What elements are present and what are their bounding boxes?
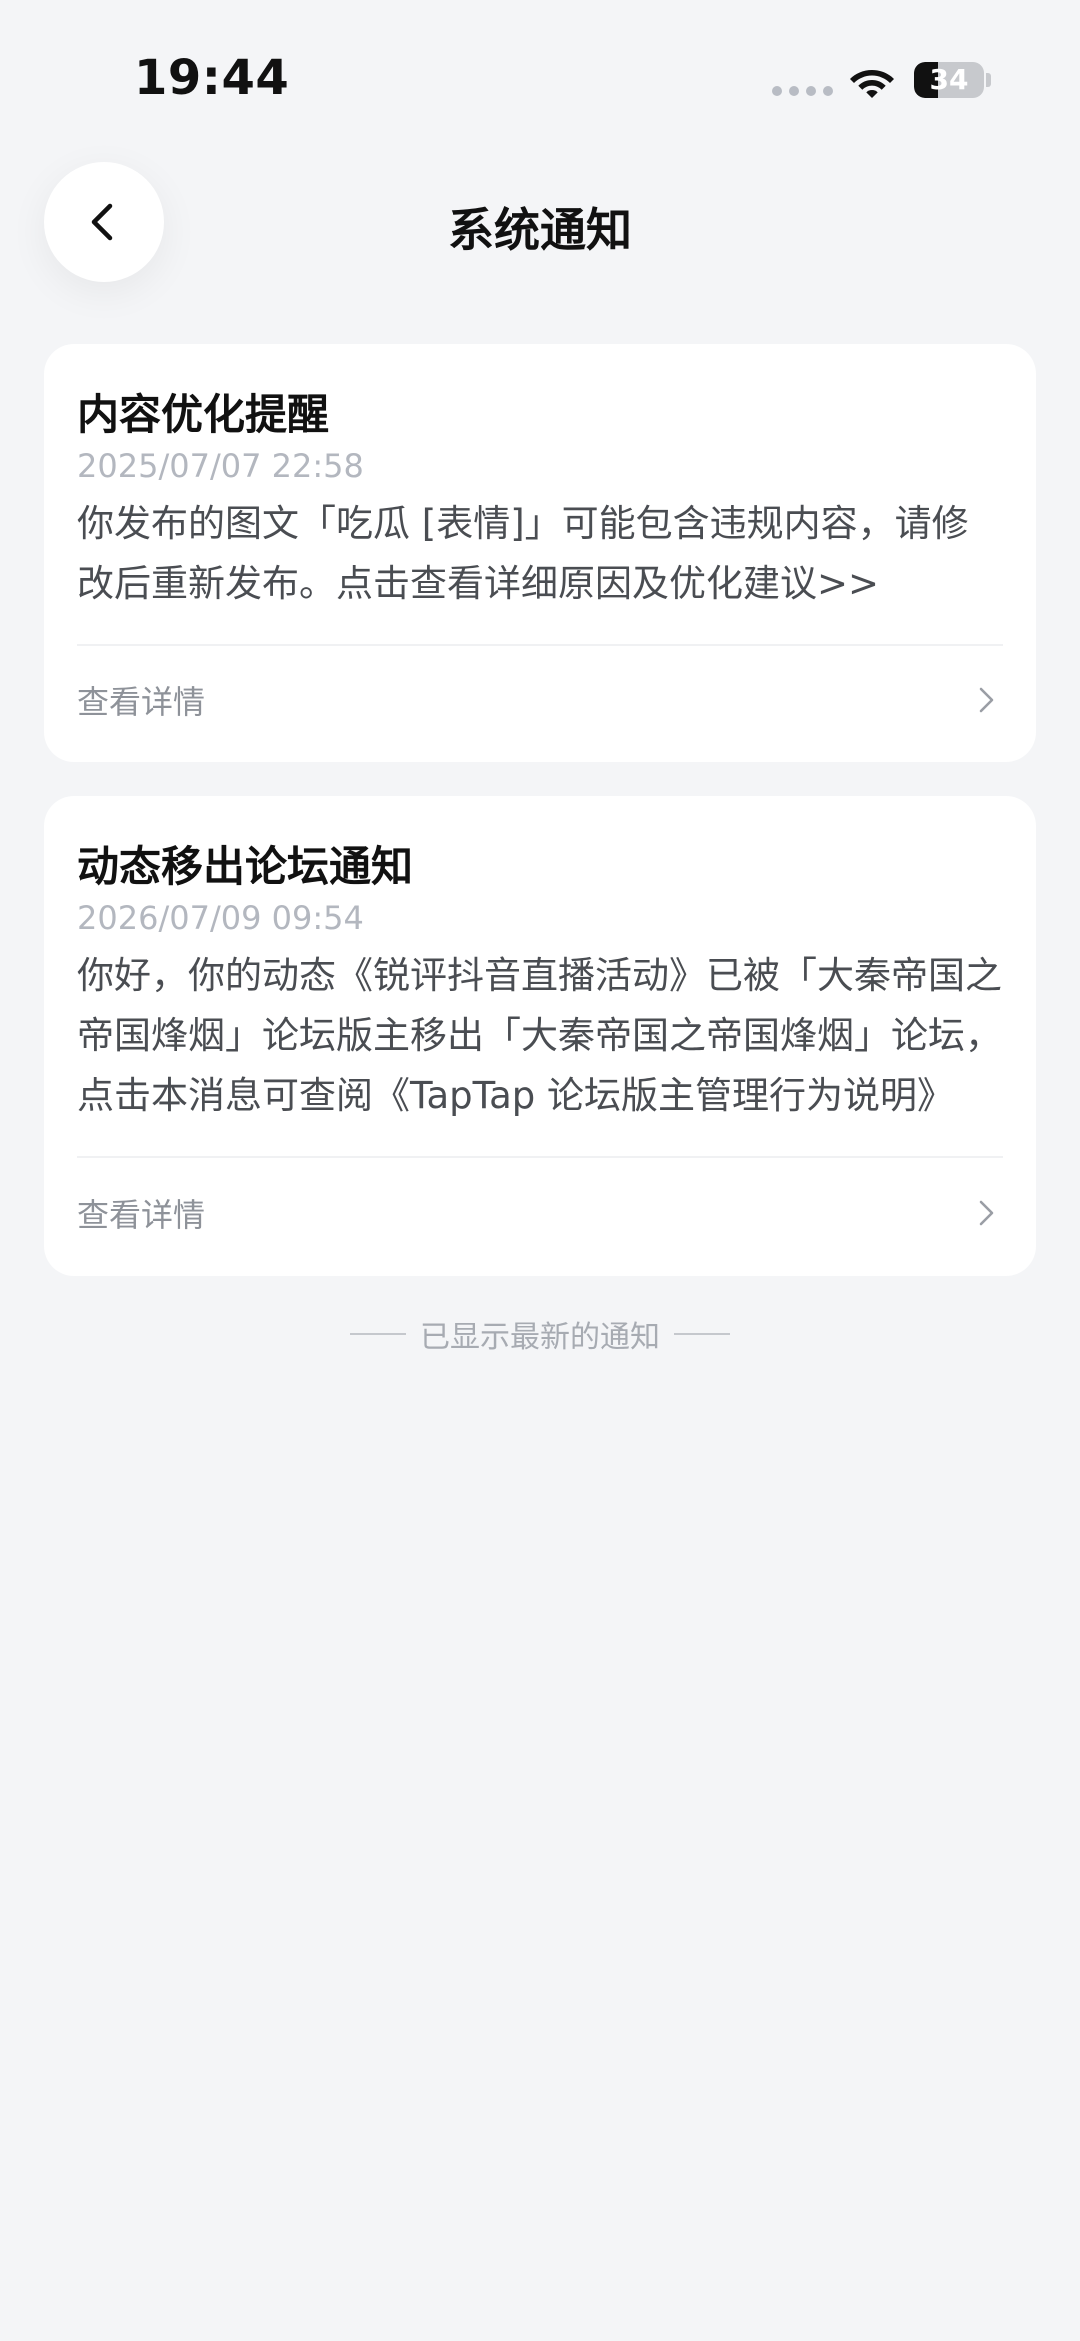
divider-line xyxy=(674,1333,730,1335)
divider-line xyxy=(350,1333,406,1335)
page-title: 系统通知 xyxy=(448,203,632,257)
battery-cap xyxy=(986,73,991,87)
chevron-right-icon xyxy=(979,687,994,713)
chevron-right-icon xyxy=(979,1200,994,1226)
notification-card[interactable]: 内容优化提醒 2025/07/07 22:58 你发布的图文「吃瓜 [表情]」可… xyxy=(44,344,1036,762)
view-details-label: 查看详情 xyxy=(77,683,206,721)
notification-title: 动态移出论坛通知 xyxy=(77,842,414,891)
notification-body: 你好，你的动态《锐评抖音直播活动》已被「大秦帝国之帝国烽烟」论坛版主移出「大秦帝… xyxy=(77,954,1002,1117)
notification-body: 你发布的图文「吃瓜 [表情]」可能包含违规内容，请修改后重新发布。点击查看详细原… xyxy=(77,502,969,605)
status-bar: 19:44 34 xyxy=(0,0,1080,150)
notification-date: 2025/07/07 22:58 xyxy=(77,447,364,485)
end-of-list-note: 已显示最新的通知 xyxy=(0,1312,1080,1356)
battery-icon: 34 xyxy=(914,62,984,98)
notification-title: 内容优化提醒 xyxy=(77,390,330,439)
view-details-label: 查看详情 xyxy=(77,1196,206,1234)
view-details-row[interactable]: 查看详情 xyxy=(77,646,1003,754)
cellular-signal-icon xyxy=(772,86,833,96)
notification-card[interactable]: 动态移出论坛通知 2026/07/09 09:54 你好，你的动态《锐评抖音直播… xyxy=(44,796,1036,1276)
notification-date: 2026/07/09 09:54 xyxy=(77,899,364,937)
battery-percentage: 34 xyxy=(929,63,969,96)
view-details-row[interactable]: 查看详情 xyxy=(77,1158,1003,1268)
wifi-icon xyxy=(850,70,894,98)
status-time: 19:44 xyxy=(134,50,290,106)
end-note-text: 已显示最新的通知 xyxy=(420,1320,660,1355)
